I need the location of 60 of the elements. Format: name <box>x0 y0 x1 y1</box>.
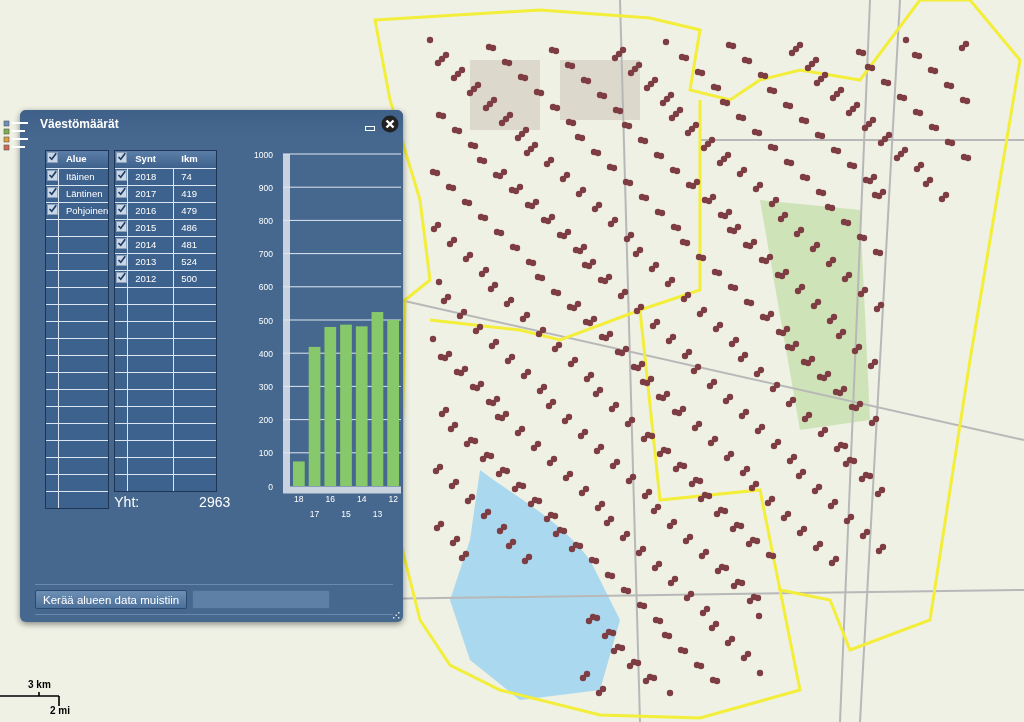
checkbox[interactable] <box>46 204 58 215</box>
y-tick-label: 800 <box>259 215 274 226</box>
checkbox[interactable] <box>115 272 127 283</box>
bar <box>293 461 305 486</box>
x-tick-label: 17 <box>310 509 320 519</box>
scale-label: 2 mi <box>50 705 70 716</box>
table-cell: 2016 <box>128 203 175 219</box>
table-cell-text: Läntinen <box>65 187 104 201</box>
x-tick-label: 13 <box>372 509 383 519</box>
y-tick-label: 0 <box>268 481 274 492</box>
y-tick-label: 1000 <box>254 149 274 160</box>
table-cell: 2012 <box>128 271 175 287</box>
y-tick-label: 900 <box>259 182 274 193</box>
x-tick-label: 14 <box>357 494 367 504</box>
table-cell-text: 486 <box>180 221 199 235</box>
resize-grip-icon[interactable] <box>392 611 400 619</box>
table-cell-text: 481 <box>180 238 199 252</box>
checkbox[interactable] <box>46 170 58 181</box>
scale-label: 3 km <box>28 679 51 690</box>
checkbox[interactable] <box>116 152 128 163</box>
layers-icon[interactable] <box>3 120 29 154</box>
x-tick-label: 18 <box>294 494 304 504</box>
table-cell-text: 500 <box>180 272 199 286</box>
action-button[interactable]: Kerää alueen data muistiin <box>35 590 188 609</box>
y-tick-label: 400 <box>259 348 274 359</box>
x-tick-label: 12 <box>388 494 399 504</box>
x-tick-label: 15 <box>341 509 351 519</box>
checkbox[interactable] <box>115 255 127 266</box>
window-title: Väestömäärät <box>40 117 119 131</box>
total-label: Yht: <box>114 494 140 510</box>
table-cell-text: 524 <box>180 255 199 269</box>
y-tick-label: 700 <box>259 249 274 260</box>
table-cell: 2017 <box>128 186 175 202</box>
table-cell: 2013 <box>128 254 175 270</box>
checkbox[interactable] <box>115 170 127 181</box>
table-cell-text: 74 <box>180 170 193 184</box>
y-tick-label: 300 <box>259 381 274 392</box>
y-tick-label: 500 <box>259 315 274 326</box>
table-cell: 2015 <box>128 220 175 236</box>
checkbox[interactable] <box>115 204 127 215</box>
column-header[interactable]: Ikm <box>174 151 217 168</box>
table-cell-text: 479 <box>180 204 199 218</box>
y-tick-label: 100 <box>259 448 274 459</box>
checkbox[interactable] <box>115 221 127 232</box>
close-icon[interactable] <box>381 115 399 133</box>
table-cell: 2014 <box>128 237 175 253</box>
checkbox[interactable] <box>46 187 58 198</box>
y-tick-label: 600 <box>259 282 274 293</box>
table-cell-text: 419 <box>180 187 199 201</box>
table-cell-text: Pohjoinen <box>65 204 109 218</box>
table-cell: 2018 <box>128 169 175 185</box>
x-tick-label: 16 <box>325 494 336 504</box>
y-tick-label: 200 <box>259 415 274 426</box>
checkbox[interactable] <box>115 187 127 198</box>
minimize-icon[interactable] <box>365 125 375 131</box>
checkbox[interactable] <box>115 238 127 249</box>
column-header[interactable]: Synt <box>128 151 175 168</box>
total-value: 2963 <box>199 494 231 510</box>
checkbox[interactable] <box>47 152 58 163</box>
table-cell-text: Itäinen <box>65 170 96 184</box>
